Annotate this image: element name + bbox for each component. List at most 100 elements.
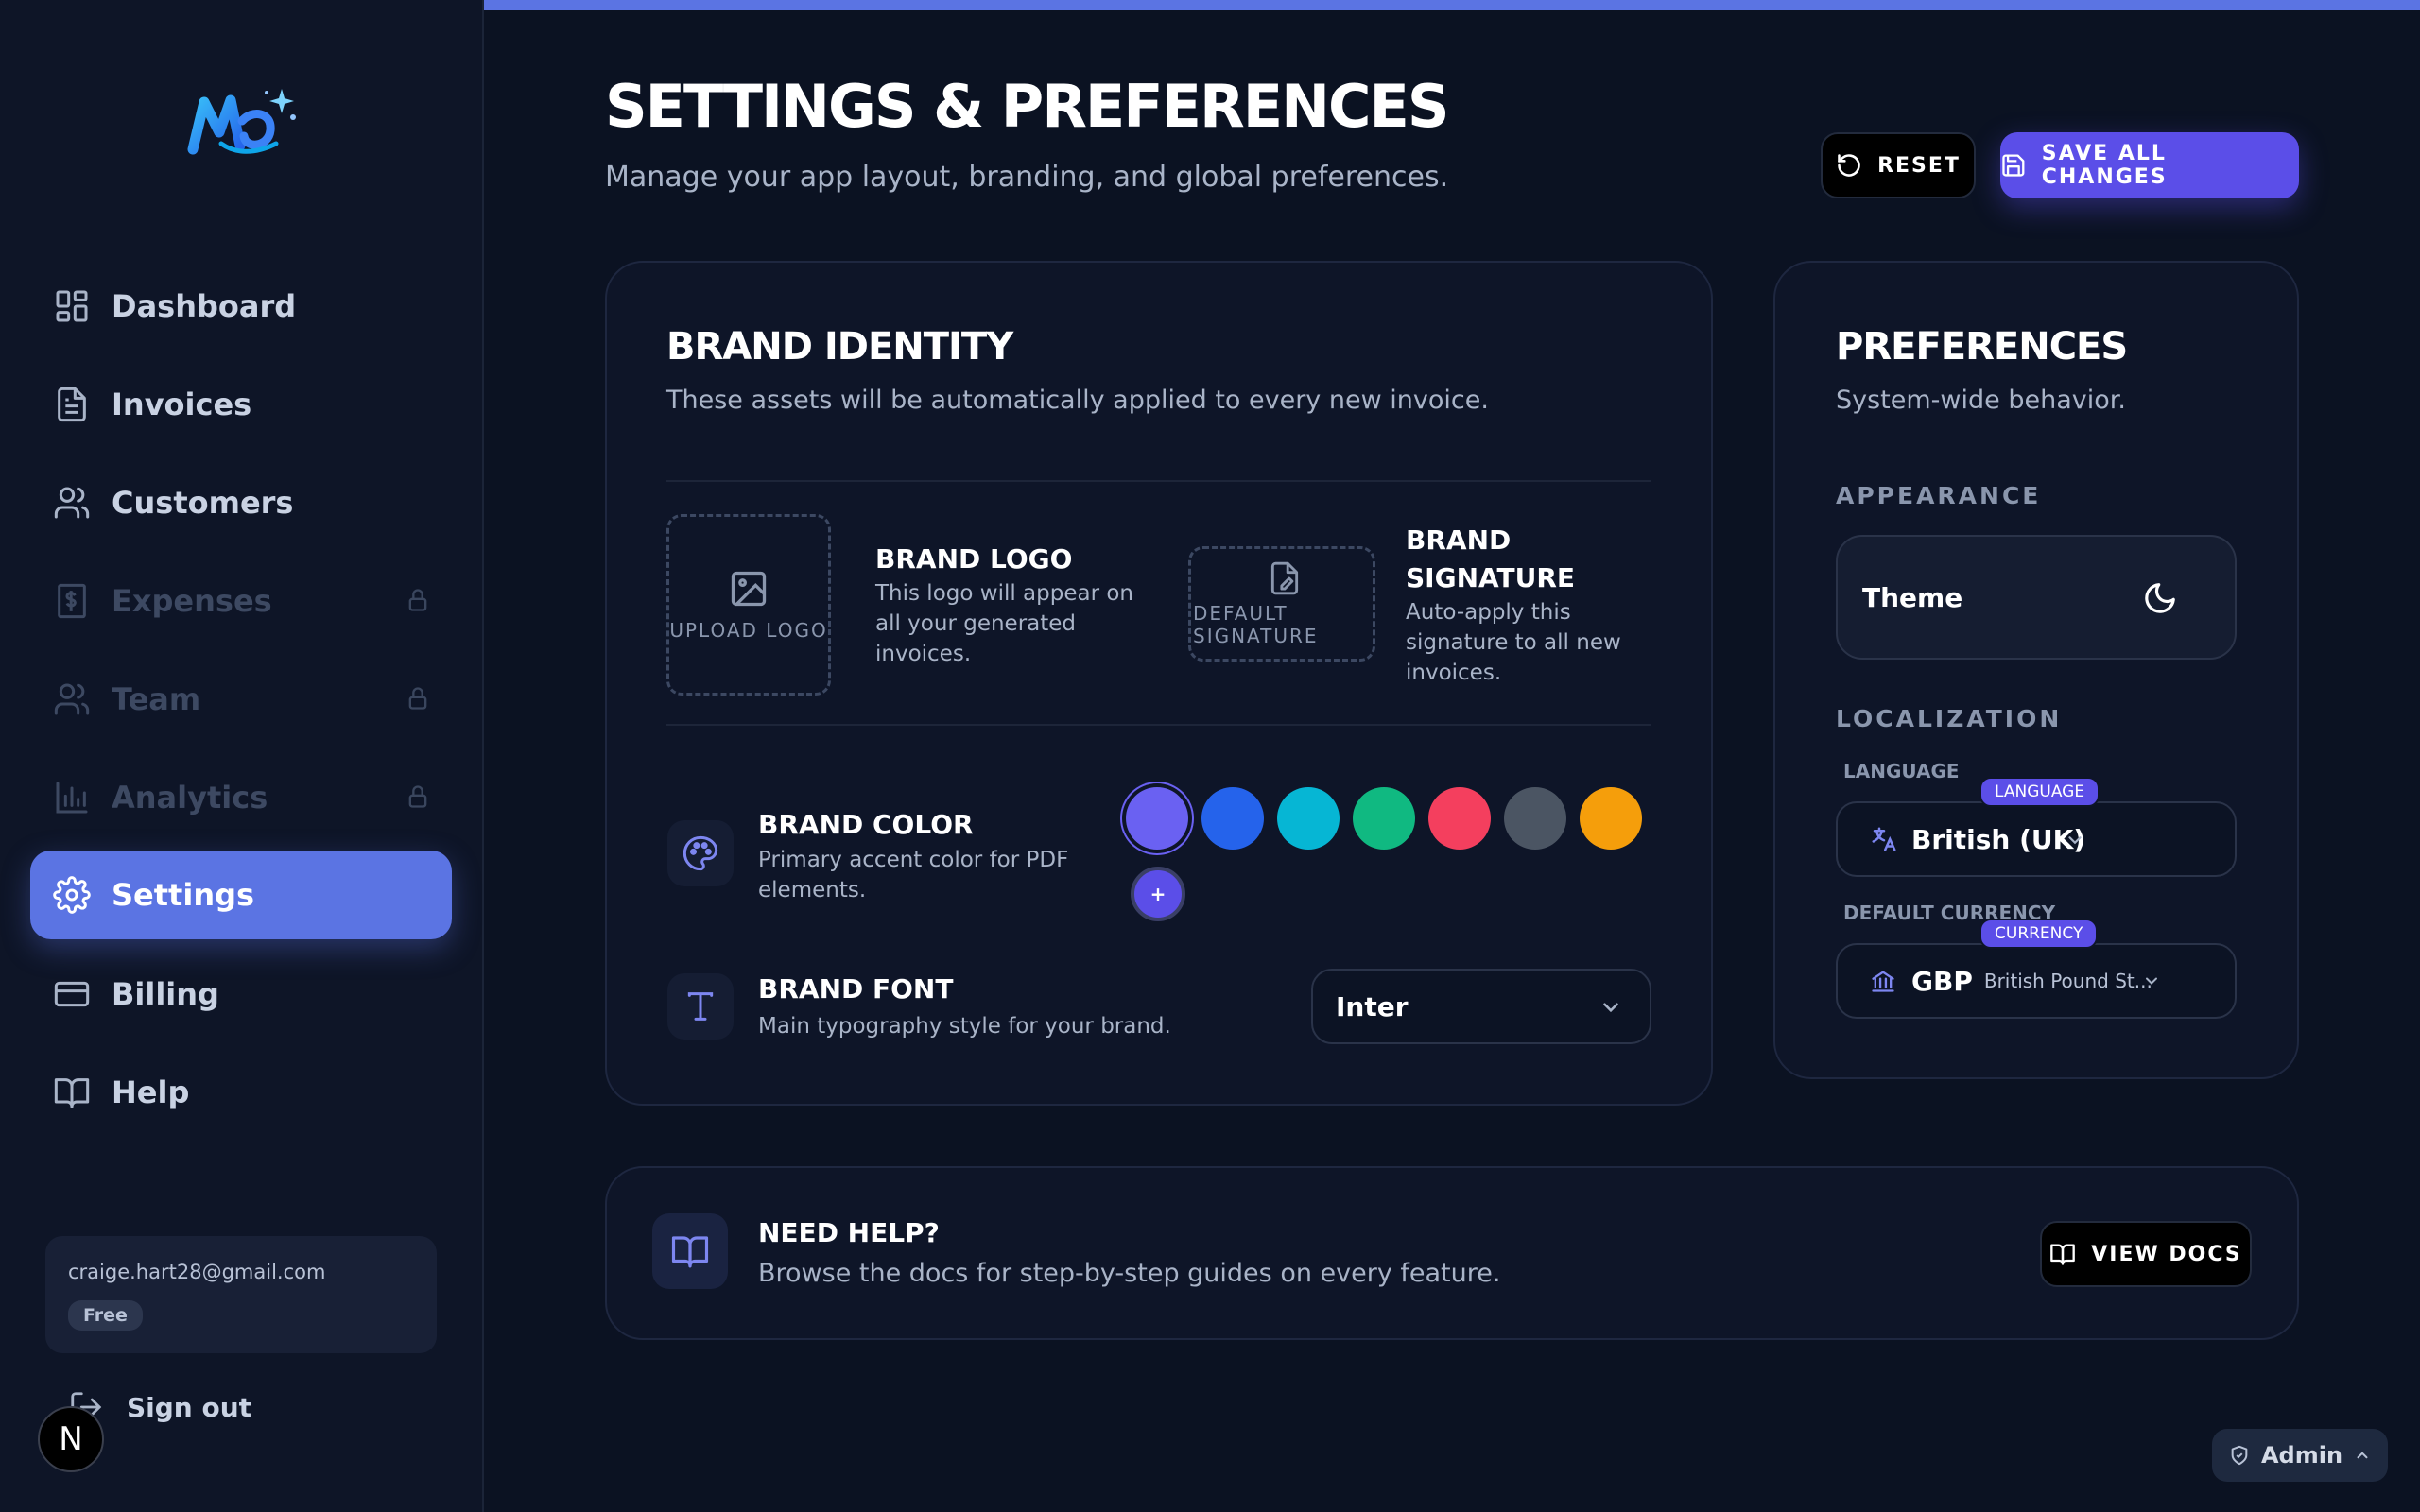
color-swatch[interactable] [1428,787,1491,850]
sidebar: Dashboard Invoices Customers Expenses Te… [0,0,484,1512]
default-signature-dropzone[interactable]: DEFAULT SIGNATURE [1188,546,1375,662]
book-icon [54,1078,90,1108]
file-signature-icon [1270,561,1299,595]
sign-out-label: Sign out [127,1391,252,1423]
brand-font-description: Main typography style for your brand. [758,1014,1171,1039]
color-swatch[interactable] [1201,787,1264,850]
sidebar-item-settings[interactable]: Settings [30,850,452,939]
brand-font-title: BRAND FONT [758,973,954,1005]
admin-label: Admin [2260,1442,2343,1469]
sidebar-item-label: Help [112,1074,190,1110]
sidebar-item-label: Billing [112,976,219,1012]
desc-line: Primary accent color for PDF [758,848,1069,872]
book-open-icon [671,1236,709,1268]
sidebar-item-team[interactable]: Team [30,655,452,744]
reset-button[interactable]: RESET [1821,132,1976,198]
sidebar-item-label: Expenses [112,583,272,619]
type-icon [687,992,714,1021]
divider [666,480,1651,482]
color-swatch[interactable] [1277,787,1340,850]
desc-line: invoices. [1406,661,1502,685]
sidebar-item-expenses[interactable]: Expenses [30,557,452,645]
currency-code: GBP [1911,965,1973,997]
n-badge[interactable]: N [38,1406,104,1472]
title-line: SIGNATURE [1406,562,1576,593]
desc-line: invoices. [875,642,972,666]
file-text-icon [58,387,86,422]
language-pill: LANGUAGE [1979,777,2100,807]
view-docs-button[interactable]: VIEW DOCS [2040,1221,2252,1287]
preferences-title: PREFERENCES [1836,325,2128,369]
palette-icon-tile [667,820,734,886]
view-docs-label: VIEW DOCS [2091,1242,2242,1266]
upload-logo-label: UPLOAD LOGO [669,619,828,642]
desc-line: all your generated [875,611,1077,636]
sidebar-item-label: Invoices [112,387,252,422]
currency-name: British Pound St... [1983,970,2152,992]
account-email: craige.hart28@gmail.com [68,1261,326,1283]
save-icon [2002,154,2025,177]
page-title: SETTINGS & PREFERENCES [605,72,1449,141]
credit-card-icon [54,981,90,1007]
preferences-subtitle: System-wide behavior. [1836,386,2126,415]
plan-badge: Free [68,1300,143,1331]
sidebar-item-dashboard[interactable]: Dashboard [30,262,452,351]
book-icon-tile [652,1213,728,1289]
color-swatch[interactable] [1504,787,1566,850]
chevron-up-icon [2357,1452,2368,1459]
language-value: British (UK) [1911,823,2086,855]
book-icon [2050,1244,2076,1265]
chevron-down-icon [1603,1003,1618,1013]
sidebar-item-billing[interactable]: Billing [30,950,452,1039]
sidebar-item-analytics[interactable]: Analytics [30,753,452,842]
save-all-changes-button[interactable]: SAVE ALL CHANGES [2000,132,2299,198]
sidebar-item-customers[interactable]: Customers [30,458,452,547]
brand-logo-title: BRAND LOGO [875,543,1073,575]
sidebar-item-label: Settings [112,877,255,913]
users-icon [54,683,90,715]
desc-line: signature to all new [1406,630,1621,655]
need-help-description: Browse the docs for step-by-step guides … [758,1259,1501,1288]
rotate-ccw-icon [1838,154,1860,177]
upload-logo-dropzone[interactable]: UPLOAD LOGO [666,514,831,696]
lock-icon [408,687,427,710]
brand-logo-description: This logo will appear on all your genera… [875,578,1133,669]
chevron-down-icon [2068,836,2082,845]
brand-signature-description: Auto-apply this signature to all new inv… [1406,597,1621,688]
currency-pill: CURRENCY [1979,919,2099,949]
sidebar-item-invoices[interactable]: Invoices [30,360,452,449]
signature-label-line: DEFAULT [1193,602,1288,625]
top-accent-bar [484,0,2420,10]
brand-identity-title: BRAND IDENTITY [666,325,1013,369]
divider [666,724,1651,726]
chevron-down-icon [2146,977,2157,985]
receipt-icon [58,583,86,619]
brand-signature-title: BRAND SIGNATURE [1406,522,1575,597]
admin-menu[interactable]: Admin [2212,1429,2388,1482]
save-label: SAVE ALL CHANGES [2041,142,2168,189]
theme-toggle[interactable]: Theme [1836,535,2237,660]
brand-color-title: BRAND COLOR [758,809,974,840]
color-swatch[interactable] [1353,787,1415,850]
page-subtitle: Manage your app layout, branding, and gl… [605,161,1449,194]
need-help-title: NEED HELP? [758,1217,940,1248]
theme-label: Theme [1862,581,1963,613]
brand-font-select[interactable]: Inter [1311,969,1651,1044]
desc-line: Auto-apply this [1406,600,1571,625]
image-icon [731,571,767,607]
desc-line: This logo will appear on [875,581,1134,606]
brand-color-description: Primary accent color for PDF elements. [758,845,1068,905]
app-logo[interactable] [185,83,301,161]
color-swatch[interactable] [1580,787,1642,850]
add-color-button[interactable]: + [1131,867,1185,921]
sidebar-item-label: Analytics [112,780,268,816]
bank-icon [1872,971,1894,992]
color-swatch[interactable] [1126,787,1188,850]
language-label: LANGUAGE [1843,760,1960,782]
account-card: craige.hart28@gmail.com Free [45,1236,437,1353]
sidebar-item-help[interactable]: Help [30,1048,452,1137]
language-select[interactable]: British (UK) [1836,801,2237,877]
reset-label: RESET [1877,153,1961,178]
dashboard-icon [56,290,88,322]
currency-select[interactable]: GBP British Pound St... [1836,943,2237,1019]
